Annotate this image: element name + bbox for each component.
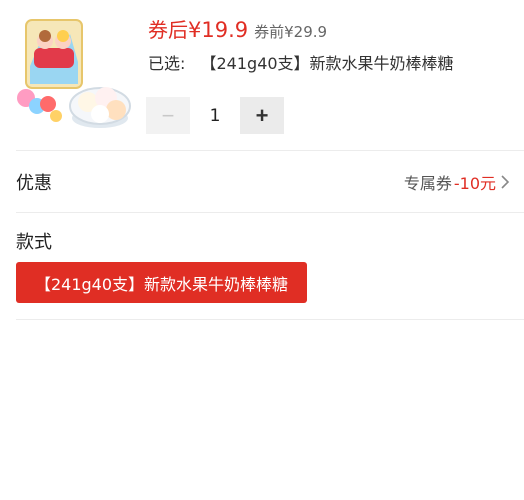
selected-label: 已选: [148,54,186,73]
style-section-title: 款式 [16,232,52,253]
price-before-coupon-value: ¥29.9 [284,23,328,41]
price-line: 券后 ¥19.9 券前 ¥29.9 [148,14,327,44]
candy-product-image [17,19,131,128]
increment-button[interactable]: + [240,97,284,134]
price-before-coupon-label: 券前 [254,23,285,41]
coupon-selector[interactable]: 专属券 -10元 [404,170,510,194]
price-after-coupon-label: 券后 [148,18,188,42]
chevron-right-icon [501,175,510,189]
quantity-value[interactable]: 1 [190,106,240,126]
promo-row[interactable]: 优惠 专属券 -10元 [16,162,510,202]
style-option-chip[interactable]: 【241g40支】新款水果牛奶棒棒糖 [16,262,307,303]
selected-variant: 已选: 【241g40支】新款水果牛奶棒棒糖 [148,50,454,74]
coupon-value: -10元 [453,174,496,193]
coupon-label: 专属券 [403,174,452,193]
divider [16,212,524,213]
price-after-coupon-value: ¥19.9 [188,18,249,42]
decrement-button[interactable]: − [146,97,190,134]
divider [16,150,524,151]
product-thumbnail[interactable] [16,18,132,130]
promo-title: 优惠 [16,173,52,194]
divider [16,319,524,320]
selected-value: 【241g40支】新款水果牛奶棒棒糖 [200,54,454,73]
quantity-stepper[interactable]: − 1 + [146,97,284,134]
